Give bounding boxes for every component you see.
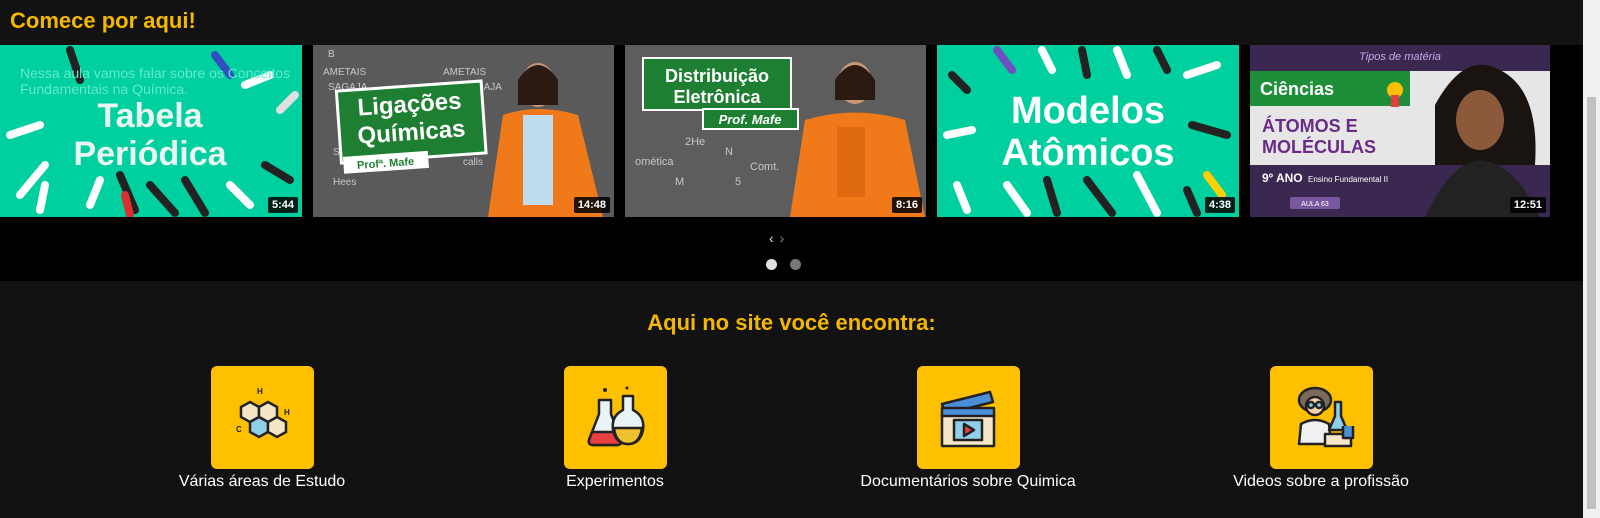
video-card-modelos-atomicos[interactable]: Modelos Atômicos 4:38 — [937, 45, 1239, 217]
vertical-scrollbar[interactable] — [1583, 0, 1600, 518]
svg-text:Prof. Mafe: Prof. Mafe — [719, 112, 782, 127]
video-duration: 14:48 — [573, 197, 610, 213]
feature-profissao[interactable]: Videos sobre a profissão — [1171, 366, 1471, 491]
svg-text:Tipos de matéria: Tipos de matéria — [1359, 51, 1441, 63]
clapperboard-icon — [940, 390, 996, 447]
svg-text:AMETAIS: AMETAIS — [443, 67, 486, 78]
video-thumbnail: Modelos Atômicos — [937, 45, 1239, 217]
video-carousel: Tabela Periódica Nessa aula vamos falar … — [0, 45, 1583, 281]
svg-text:MOLÉCULAS: MOLÉCULAS — [1262, 136, 1376, 157]
feature-label: Videos sobre a profissão — [1233, 473, 1409, 490]
svg-text:AULA 63: AULA 63 — [1301, 201, 1329, 208]
video-duration: 8:16 — [891, 197, 922, 213]
scrollbar-thumb[interactable] — [1587, 97, 1596, 509]
feature-tile[interactable] — [1269, 366, 1373, 469]
feature-label: Várias áreas de Estudo — [178, 473, 346, 490]
svg-text:Distribuição: Distribuição — [665, 66, 769, 86]
carousel-arrows: ‹› — [769, 230, 790, 246]
flask-icon — [587, 386, 645, 446]
video-duration: 5:44 — [267, 197, 298, 213]
svg-text:Comt.: Comt. — [750, 161, 779, 173]
svg-text:M: M — [675, 176, 684, 188]
page: Comece por aqui! Tabela Periódica Nessa … — [0, 0, 1583, 518]
video-duration: 12:51 — [1509, 197, 1546, 213]
svg-text:Modelos: Modelos — [1011, 90, 1165, 132]
feature-documentarios[interactable]: Documentários sobre Quimica — [818, 366, 1118, 491]
svg-text:Eletrônica: Eletrônica — [673, 87, 761, 107]
carousel-next-button[interactable]: › — [780, 230, 791, 246]
video-thumbnail: BAMETAISSAGAJA AMETAIS4A SAGAJA Soccalls… — [313, 45, 614, 217]
carousel-dot-2[interactable] — [790, 259, 801, 270]
svg-text:5: 5 — [735, 176, 741, 188]
feature-tile[interactable]: H H C — [210, 366, 314, 469]
svg-text:ÁTOMOS E: ÁTOMOS E — [1262, 115, 1358, 136]
svg-text:Ciências: Ciências — [1260, 79, 1334, 99]
feature-tile[interactable] — [916, 366, 1020, 469]
video-duration: 4:38 — [1204, 197, 1235, 213]
svg-text:AMETAIS: AMETAIS — [323, 67, 366, 78]
video-thumbnail: Tipos de matéria Ciências ÁTOMOS E MOLÉC… — [1250, 45, 1550, 217]
svg-text:C: C — [236, 425, 242, 434]
feature-areas-de-estudo[interactable]: H H C Várias áreas de Estudo — [112, 366, 412, 491]
svg-text:Periódica: Periódica — [73, 135, 227, 173]
feature-label: Documentários sobre Quimica — [860, 473, 1076, 490]
svg-text:Ensino Fundamental II: Ensino Fundamental II — [1308, 175, 1388, 184]
video-card-ligacoes-quimicas[interactable]: BAMETAISSAGAJA AMETAIS4A SAGAJA Soccalls… — [313, 45, 614, 217]
video-thumbnail: omética 2He M N 5 Comt. Distribuição Eletrôn… — [625, 45, 926, 217]
svg-text:Tabela: Tabela — [97, 97, 203, 135]
svg-text:Atômicos: Atômicos — [1001, 132, 1174, 174]
svg-text:N: N — [725, 146, 733, 158]
video-card-distribuicao-eletronica[interactable]: omética 2He M N 5 Comt. Distribuição Eletrôn… — [625, 45, 926, 217]
feature-label: Experimentos — [566, 473, 664, 490]
svg-text:H: H — [284, 408, 290, 417]
section-title: Comece por aqui! — [10, 8, 196, 33]
svg-text:H: H — [257, 387, 263, 396]
svg-text:9º ANO: 9º ANO — [1262, 171, 1303, 185]
video-description: Nessa aula vamos falar sobre os Conceito… — [20, 65, 291, 97]
features-title: Aqui no site você encontra: — [647, 310, 936, 335]
svg-text:omética: omética — [635, 156, 674, 168]
feature-experimentos[interactable]: Experimentos — [465, 366, 765, 491]
scientist-icon — [1297, 386, 1355, 447]
svg-text:B: B — [328, 49, 335, 60]
svg-text:calls: calls — [463, 157, 483, 168]
molecule-icon: H H C — [236, 387, 290, 438]
carousel-dot-1[interactable] — [766, 259, 777, 270]
video-card-tabela-periodica[interactable]: Tabela Periódica Nessa aula vamos falar … — [0, 45, 302, 217]
carousel-prev-button[interactable]: ‹ — [769, 230, 780, 246]
feature-tile[interactable] — [563, 366, 667, 469]
svg-text:Hees: Hees — [333, 177, 356, 188]
video-card-atomos-e-moleculas[interactable]: Tipos de matéria Ciências ÁTOMOS E MOLÉC… — [1250, 45, 1550, 217]
svg-text:2He: 2He — [685, 136, 705, 148]
